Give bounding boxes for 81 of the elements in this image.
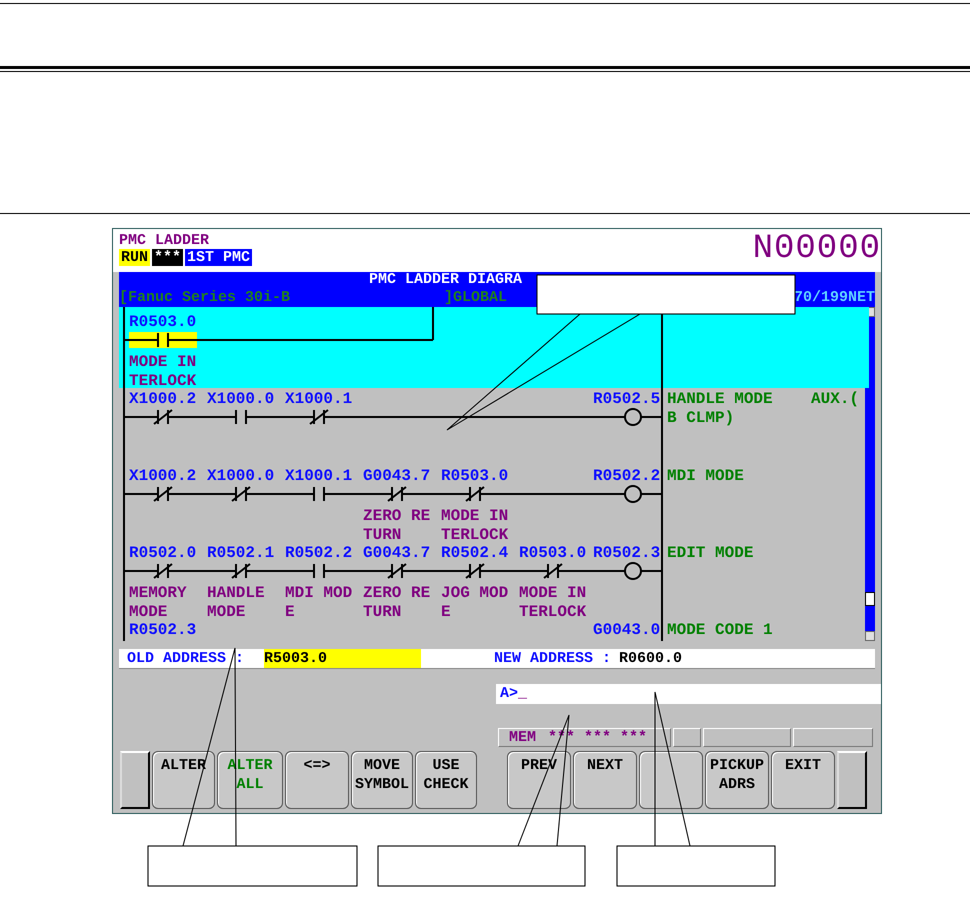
- softkey[interactable]: [639, 751, 703, 809]
- comment-text: MODE: [207, 603, 246, 622]
- status-segment: [673, 728, 701, 747]
- normally-closed-contact: [231, 486, 251, 502]
- comment-text: TURN: [363, 526, 402, 545]
- address-label: R0502.5: [593, 390, 660, 409]
- normally-closed-contact: [153, 563, 173, 579]
- coil-comment: MODE CODE 1: [667, 621, 773, 640]
- comment-text: TURN: [363, 603, 402, 622]
- normally-open-contact: [235, 410, 247, 424]
- comment-text: TERLOCK: [441, 526, 508, 545]
- net-counter: 70/199NET: [794, 288, 875, 307]
- address-label: R0502.3: [129, 621, 196, 640]
- status-indicator: RUN: [119, 249, 150, 266]
- comment-text: MEMORY: [129, 584, 187, 603]
- normally-open-contact: [313, 487, 325, 501]
- normally-closed-contact: [387, 563, 407, 579]
- normally-closed-contact: [465, 563, 485, 579]
- normally-closed-contact: [387, 486, 407, 502]
- normally-closed-contact: [231, 563, 251, 579]
- coil-symbol: [624, 408, 642, 426]
- normally-open-contact: [157, 333, 169, 347]
- coil-comment: EDIT MODE: [667, 544, 754, 563]
- address-label: R0502.1: [207, 544, 274, 563]
- coil-comment: HANDLE MODE AUX.(: [667, 390, 860, 409]
- scrollbar[interactable]: [865, 307, 875, 641]
- address-label: R0503.0: [519, 544, 586, 563]
- status-indicator: ***: [152, 249, 184, 266]
- normally-closed-contact: [309, 409, 329, 425]
- softkey[interactable]: USE CHECK: [415, 751, 477, 809]
- new-address-label: NEW ADDRESS :: [494, 649, 612, 668]
- comment-text: TERLOCK: [129, 372, 196, 391]
- coil-symbol: [624, 562, 642, 580]
- address-label: X1000.2: [129, 390, 196, 409]
- address-label: R0503.0: [441, 467, 508, 486]
- status-indicator: 1ST PMC: [185, 249, 252, 266]
- screen-title: PMC LADDER: [119, 232, 210, 249]
- old-address-label: OLD ADDRESS :: [127, 649, 246, 668]
- address-label: R0502.2: [593, 467, 660, 486]
- comment-text: HANDLE: [207, 584, 265, 603]
- address-label: X1000.1: [285, 390, 352, 409]
- comment-text: ZERO RE: [363, 584, 430, 603]
- address-label: X1000.2: [129, 467, 196, 486]
- comment-text: MDI MOD: [285, 584, 352, 603]
- address-label: R0502.0: [129, 544, 196, 563]
- normally-closed-contact: [153, 409, 173, 425]
- comment-text: JOG MOD: [441, 584, 508, 603]
- comment-text: E: [285, 603, 295, 622]
- address-label: X1000.1: [285, 467, 352, 486]
- comment-text: TERLOCK: [519, 603, 586, 622]
- address-label: X1000.0: [207, 390, 274, 409]
- comment-text: MODE: [129, 603, 168, 622]
- program-number: N00000: [752, 229, 881, 270]
- softkey[interactable]: NEXT: [573, 751, 637, 809]
- address-label: G0043.0: [593, 621, 660, 640]
- coil-comment: B CLMP): [667, 409, 734, 428]
- address-label: R0502.2: [285, 544, 352, 563]
- comment-text: E: [441, 603, 451, 622]
- series-label: [Fanuc Series 30i-B: [119, 288, 292, 307]
- softkey[interactable]: <=>: [285, 751, 349, 809]
- address-label: R0502.3: [593, 544, 660, 563]
- normally-open-contact: [313, 564, 325, 578]
- normally-closed-contact: [543, 563, 563, 579]
- address-label: G0043.7: [363, 467, 430, 486]
- softkey[interactable]: PICKUP ADRS: [705, 751, 769, 809]
- comment-text: MODE IN: [519, 584, 586, 603]
- comment-text: ZERO RE: [363, 507, 430, 526]
- old-address-value: R5003.0: [264, 649, 421, 668]
- comment-text: MODE IN: [129, 353, 196, 372]
- softkey[interactable]: MOVE SYMBOL: [351, 751, 413, 809]
- normally-closed-contact: [465, 486, 485, 502]
- new-address-value: R0600.0: [619, 649, 682, 668]
- normally-closed-contact: [153, 486, 173, 502]
- coil-symbol: [624, 485, 642, 503]
- scope-label: ]GLOBAL: [444, 288, 508, 307]
- coil-comment: MDI MODE: [667, 467, 744, 486]
- address-label: G0043.7: [363, 544, 430, 563]
- softkey[interactable]: EXIT: [771, 751, 835, 809]
- address-label: R0502.4: [441, 544, 508, 563]
- comment-text: MODE IN: [441, 507, 508, 526]
- address-label: X1000.0: [207, 467, 274, 486]
